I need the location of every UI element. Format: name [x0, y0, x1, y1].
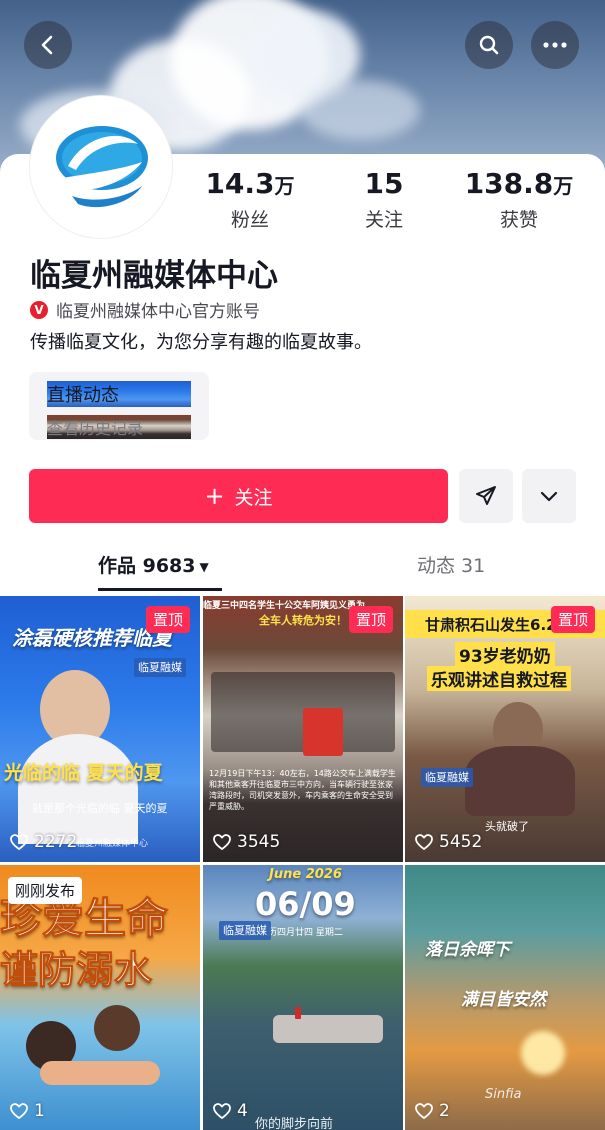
video-likes: 4 — [213, 1101, 248, 1121]
followers-stat[interactable]: 14.3万 粉丝 — [180, 167, 320, 232]
video-likes: 2 — [415, 1101, 450, 1121]
likes-unit: 万 — [553, 174, 574, 198]
live-card-title: 直播动态 — [47, 381, 191, 407]
video-cartoon-kid — [94, 1005, 140, 1051]
search-button[interactable] — [465, 21, 513, 69]
video-signature: Sinfia — [485, 1087, 522, 1102]
likes-count-text: 2272 — [34, 832, 78, 852]
likes-count-text: 2 — [439, 1101, 450, 1121]
heart-icon — [415, 834, 433, 850]
video-overlay-date-label: June 2026 — [269, 867, 342, 882]
channel-logo: 临夏融媒 — [134, 658, 186, 677]
pinned-badge: 置顶 — [348, 606, 393, 633]
follow-label: 关注 — [234, 486, 273, 509]
avatar[interactable] — [30, 96, 172, 238]
plus-icon: + — [204, 482, 225, 510]
live-history-card[interactable]: 直播动态 查看历史记录 — [29, 372, 209, 440]
video-caption: 头就破了 — [485, 820, 529, 833]
video-overlay-lunar: 农历四月廿四 星期二 — [259, 928, 343, 938]
video-overlay-date: 06/09 — [255, 885, 356, 923]
likes-label: 获赞 — [499, 209, 538, 231]
pinned-badge: 置顶 — [550, 606, 595, 633]
video-tile[interactable]: 落日余晖下 满目皆安然 Sinfia 2 — [405, 865, 605, 1130]
video-overlay-subtitle: 满目皆安然 — [461, 990, 546, 1010]
bio-text: 传播临夏文化，为您分享有趣的临夏故事。 — [30, 332, 372, 353]
back-button[interactable] — [24, 21, 72, 69]
brand-logo — [34, 100, 168, 234]
pinned-badge: 置顶 — [145, 606, 190, 633]
video-tile[interactable]: June 2026 06/09 农历四月廿四 星期二 临夏融媒 你的脚步向前 4 — [203, 865, 403, 1130]
likes-count-text: 4 — [237, 1101, 248, 1121]
video-overlay-subtitle: 93岁老奶奶 — [455, 642, 555, 667]
live-card-subtitle: 查看历史记录 — [47, 415, 191, 439]
video-tile[interactable]: 珍爱生命 谨防溺水 刚刚发布 1 — [0, 865, 200, 1130]
video-likes: 2272 — [10, 832, 77, 852]
video-person-body — [465, 746, 575, 816]
chevron-left-icon — [41, 35, 53, 55]
tab-works-label: 作品 9683 — [98, 555, 196, 577]
video-tile[interactable]: 涂磊硬核推荐临夏 临夏融媒 光临的临 夏天的夏 就是那个光临的临 夏天的夏 临夏… — [0, 596, 200, 862]
video-sun — [521, 1031, 565, 1075]
following-stat[interactable]: 15 关注 — [314, 167, 454, 232]
chevron-down-icon — [540, 491, 558, 502]
heart-icon — [415, 1103, 433, 1119]
tab-active-indicator — [98, 588, 222, 591]
followers-count: 14.3 — [205, 167, 275, 200]
video-caption: 就是那个光临的临 夏天的夏 — [32, 802, 168, 815]
video-overlay-subtitle: 谨防溺水 — [0, 948, 153, 993]
likes-stat[interactable]: 138.8万 获赞 — [449, 167, 589, 232]
banner-cloud — [300, 80, 420, 140]
send-icon — [476, 486, 496, 505]
likes-count-text: 3545 — [237, 832, 281, 852]
video-banner-flag — [303, 708, 343, 756]
expand-button[interactable] — [522, 469, 576, 523]
search-icon — [479, 35, 499, 55]
video-likes: 1 — [10, 1101, 45, 1121]
caret-down-icon: ▼ — [199, 559, 209, 574]
video-boat — [273, 1015, 383, 1043]
video-flag — [295, 1007, 301, 1019]
video-likes: 5452 — [415, 832, 482, 852]
heart-icon — [213, 834, 231, 850]
tab-dynamics[interactable]: 动态 31 — [417, 551, 485, 578]
likes-count: 138.8 — [464, 167, 554, 200]
video-tile[interactable]: 临夏三中四名学生十公交车阿姨见义勇为 全车人转危为安！ 12月19日下午13：4… — [203, 596, 403, 862]
channel-logo: 临夏融媒 — [421, 768, 473, 787]
video-overlay-subtitle: 光临的临 夏天的夏 — [4, 762, 163, 784]
following-count: 15 — [364, 167, 404, 200]
video-tile[interactable]: 甘肃积石山发生6.2级 93岁老奶奶 乐观讲述自救过程 临夏融媒 头就破了 置顶… — [405, 596, 605, 862]
account-name: 临夏州融媒体中心 — [30, 258, 278, 294]
more-button[interactable] — [531, 21, 579, 69]
more-dots-icon — [543, 42, 567, 48]
video-overlay-title: 落日余晖下 — [425, 940, 510, 960]
video-description: 12月19日下午13：40左右，14路公交车上满载学生和其他乘客开往临夏市三中方… — [209, 769, 396, 811]
tab-works[interactable]: 作品 9683 ▼ — [98, 551, 209, 578]
verification-line: V 临夏州融媒体中心官方账号 — [30, 297, 260, 322]
follow-button[interactable]: + 关注 — [29, 469, 448, 523]
video-overlay-subtitle-2: 乐观讲述自救过程 — [427, 666, 571, 691]
new-post-badge: 刚刚发布 — [8, 877, 83, 904]
share-button[interactable] — [459, 469, 513, 523]
video-footer: 你的脚步向前 — [255, 1117, 334, 1130]
following-label: 关注 — [364, 209, 403, 231]
video-cartoon-body — [40, 1061, 160, 1085]
video-footer: 临夏州融媒体中心 — [76, 839, 149, 849]
verification-text: 临夏州融媒体中心官方账号 — [56, 302, 260, 322]
video-overlay-title: 甘肃积石山发生6.2级 — [425, 616, 572, 634]
followers-unit: 万 — [274, 174, 295, 198]
followers-label: 粉丝 — [230, 209, 269, 231]
heart-icon — [10, 834, 28, 850]
heart-icon — [10, 1103, 28, 1119]
heart-icon — [213, 1103, 231, 1119]
video-likes: 3545 — [213, 832, 280, 852]
likes-count-text: 1 — [34, 1101, 45, 1121]
video-overlay-subtitle: 全车人转危为安！ — [259, 614, 347, 627]
verified-badge-icon: V — [30, 300, 48, 319]
likes-count-text: 5452 — [439, 832, 483, 852]
video-person-body — [18, 734, 138, 844]
channel-logo: 临夏融媒 — [219, 921, 271, 940]
